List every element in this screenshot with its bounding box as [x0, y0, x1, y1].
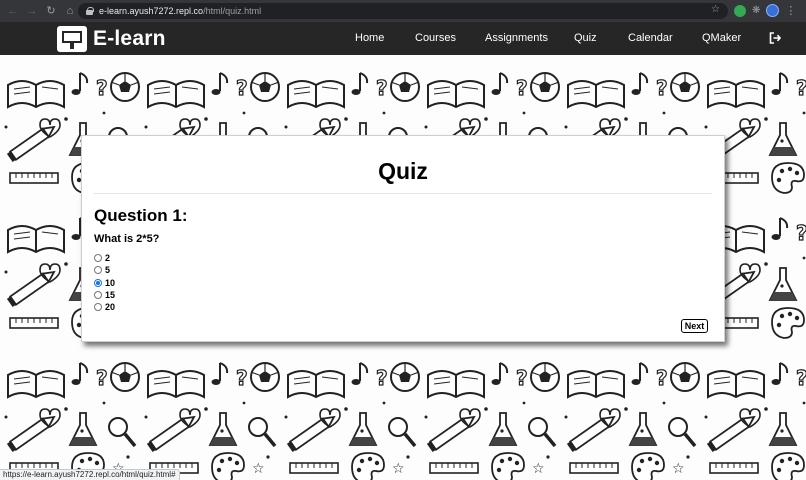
reload-icon[interactable]: ↻: [45, 5, 57, 17]
home-icon[interactable]: ⌂: [64, 5, 76, 17]
answer-option[interactable]: 15: [94, 289, 115, 301]
option-label: 2: [105, 253, 111, 264]
site-navbar: E-learn Home Courses Assignments Quiz Ca…: [0, 22, 806, 55]
link-status-bar: https://e-learn.ayush7272.repl.co/html/q…: [0, 469, 180, 480]
question-heading: Question 1:: [94, 206, 188, 225]
url-text: e-learn.ayush7272.repl.co/html/quiz.html: [99, 6, 262, 16]
radio-button[interactable]: [94, 291, 102, 300]
logout-icon[interactable]: [769, 32, 781, 44]
nav-link-assignments[interactable]: Assignments: [485, 32, 548, 44]
radio-button[interactable]: [94, 303, 102, 312]
quiz-title: Quiz: [378, 158, 428, 184]
back-icon[interactable]: ←: [7, 5, 19, 17]
next-button[interactable]: Next: [681, 319, 708, 333]
option-label: 15: [105, 290, 116, 301]
browser-toolbar: ← → ↻ ⌂ e-learn.ayush7272.repl.co/html/q…: [0, 0, 806, 22]
profile-avatar[interactable]: [766, 4, 780, 17]
title-divider: [94, 193, 712, 194]
answer-option[interactable]: 5: [94, 264, 115, 276]
quiz-card: Quiz Question 1: What is 2*5? 2 5 10 15 …: [81, 135, 725, 342]
answer-options: 2 5 10 15 20: [94, 252, 115, 313]
nav-link-courses[interactable]: Courses: [415, 32, 456, 44]
puzzle-icon[interactable]: ❋: [752, 5, 760, 17]
radio-button[interactable]: [94, 254, 102, 263]
answer-option[interactable]: 20: [94, 301, 115, 313]
radio-button[interactable]: [94, 266, 102, 275]
option-label: 5: [105, 265, 111, 276]
nav-link-qmaker[interactable]: QMaker: [702, 32, 741, 44]
question-text: What is 2*5?: [94, 233, 160, 245]
forward-icon[interactable]: →: [26, 5, 38, 17]
kebab-menu-icon[interactable]: ⋮: [785, 5, 796, 17]
answer-option[interactable]: 2: [94, 252, 115, 264]
nav-link-home[interactable]: Home: [355, 32, 384, 44]
lock-icon: [86, 7, 94, 15]
nav-link-calendar[interactable]: Calendar: [628, 32, 673, 44]
option-label: 10: [105, 277, 116, 288]
bookmark-star-icon[interactable]: ☆: [711, 4, 720, 15]
answer-option[interactable]: 10: [94, 277, 115, 289]
option-label: 20: [105, 302, 116, 313]
radio-button-selected[interactable]: [94, 278, 102, 287]
nav-link-quiz[interactable]: Quiz: [574, 32, 597, 44]
address-bar[interactable]: e-learn.ayush7272.repl.co/html/quiz.html…: [78, 3, 728, 19]
extension-icon[interactable]: [734, 4, 746, 17]
